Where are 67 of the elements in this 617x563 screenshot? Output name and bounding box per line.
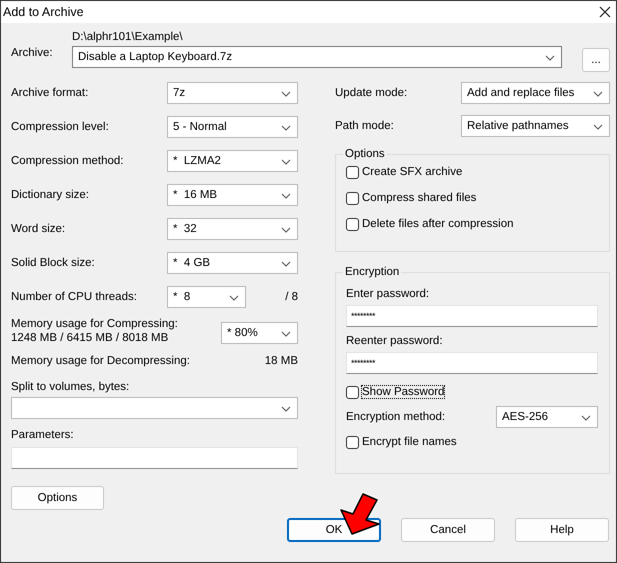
dropdown[interactable]: Add and replace files	[461, 82, 610, 104]
chevron-down-icon	[581, 415, 591, 421]
group-title: Encryption	[344, 266, 400, 278]
password-field[interactable]: ********	[346, 352, 598, 374]
dropdown[interactable]: * 16 MB	[167, 184, 298, 206]
field-label: Compression method:	[11, 155, 124, 167]
checkbox[interactable]	[346, 166, 359, 178]
checkbox[interactable]	[346, 386, 359, 398]
field-label: Reenter password:	[346, 335, 444, 347]
checkbox[interactable]	[346, 436, 359, 448]
chevron-down-icon	[281, 193, 291, 199]
checkbox-label: Create SFX archive	[362, 166, 462, 178]
field-label: Number of CPU threads:	[11, 291, 138, 303]
checkbox-label: Encrypt file names	[362, 436, 457, 448]
browse-button[interactable]: ...	[582, 48, 610, 72]
checkbox-label: Compress shared files	[362, 192, 476, 204]
chevron-down-icon	[593, 124, 603, 130]
archive-label: Archive:	[11, 47, 54, 59]
field-label: Enter password:	[346, 288, 430, 300]
chevron-down-icon	[281, 406, 291, 412]
options-button[interactable]: Options	[11, 486, 104, 510]
field-label: Archive format:	[11, 87, 90, 99]
chevron-down-icon	[281, 125, 291, 131]
dropdown[interactable]: * 4 GB	[167, 252, 298, 274]
field-label: Path mode:	[335, 120, 395, 132]
window-title: Add to Archive	[3, 5, 84, 19]
close-icon[interactable]	[599, 6, 611, 18]
group-title: Options	[344, 148, 386, 160]
chevron-down-icon	[281, 227, 291, 233]
chevron-down-icon	[281, 91, 291, 97]
field-label: Split to volumes, bytes:	[11, 381, 130, 393]
archive-path: D:\alphr101\Example\	[72, 31, 184, 43]
dropdown[interactable]: Relative pathnames	[461, 115, 610, 137]
dropdown[interactable]: 5 - Normal	[167, 116, 298, 138]
field-label: Parameters:	[11, 429, 75, 441]
dropdown[interactable]: * LZMA2	[167, 150, 298, 172]
parameters-field[interactable]	[11, 447, 298, 469]
field-label: Dictionary size:	[11, 189, 90, 201]
threads-max: / 8	[285, 291, 298, 303]
dropdown[interactable]: 7z	[167, 82, 298, 104]
field-label: Encryption method:	[346, 411, 446, 423]
archive-name-dropdown[interactable]: Disable a Laptop Keyboard.7z	[72, 46, 562, 68]
chevron-down-icon	[545, 55, 555, 61]
chevron-down-icon	[281, 331, 291, 337]
field-label: Memory usage for Compressing:	[11, 318, 178, 330]
memory-usage-text: 1248 MB / 6415 MB / 8018 MB	[11, 332, 170, 344]
checkbox[interactable]	[346, 192, 359, 204]
chevron-down-icon	[229, 295, 239, 301]
field-label: Solid Block size:	[11, 257, 96, 269]
field-label: Compression level:	[11, 121, 110, 133]
memory-dropdown[interactable]: * 80%	[221, 322, 298, 344]
threads-dropdown[interactable]: * 8	[167, 286, 246, 308]
chevron-down-icon	[281, 159, 291, 165]
field-label: Memory usage for Decompressing:	[11, 355, 190, 367]
field-label: Update mode:	[335, 87, 408, 99]
chevron-down-icon	[593, 91, 603, 97]
password-field[interactable]: ********	[346, 305, 598, 327]
chevron-down-icon	[281, 261, 291, 267]
cancel-button[interactable]: Cancel	[401, 518, 495, 542]
encryption-method-dropdown[interactable]: AES-256	[496, 406, 598, 428]
checkbox[interactable]	[346, 218, 359, 230]
field-label: Word size:	[11, 223, 66, 235]
checkbox-label: Delete files after compression	[362, 218, 514, 230]
help-button[interactable]: Help	[515, 518, 609, 542]
decompress-memory-value: 18 MB	[264, 355, 298, 367]
dropdown[interactable]: * 32	[167, 218, 298, 240]
checkbox-label: Show Password	[362, 386, 444, 398]
